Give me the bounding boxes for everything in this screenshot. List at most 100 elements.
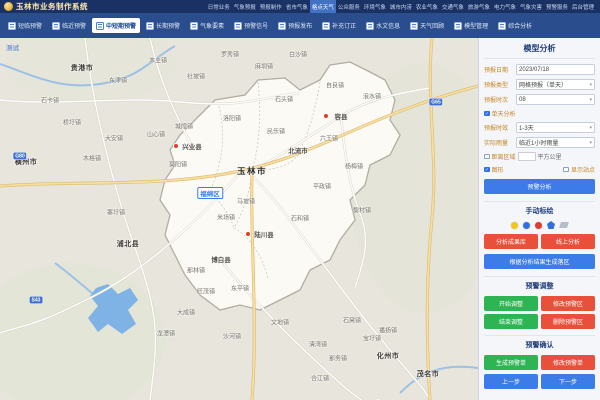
polygon-tool-icon[interactable] xyxy=(547,221,555,229)
actual-rain-label: 实际雨量 xyxy=(484,138,514,147)
toolbar-item[interactable]: 综合分析 xyxy=(494,18,536,33)
toolbar-item[interactable]: 临近预警 xyxy=(48,18,90,33)
online-analysis-button[interactable]: 线上分析 xyxy=(541,234,595,249)
document-icon xyxy=(234,22,242,30)
document-icon xyxy=(52,22,60,30)
toolbar-item[interactable]: 预警信号 xyxy=(230,18,272,33)
forecast-date-row: 预报日期 2023/07/18 xyxy=(484,64,595,75)
distance-row: 距离区域 平方公里 xyxy=(484,152,595,161)
toolbar-item[interactable]: 模型管理 xyxy=(450,18,492,33)
document-icon xyxy=(410,22,418,30)
nav-item[interactable]: 格点天气 xyxy=(310,0,336,13)
road-shield-icon: G80 xyxy=(13,153,26,160)
toolbar-item[interactable]: 补充订正 xyxy=(318,18,360,33)
document-icon xyxy=(498,22,506,30)
distance-checkbox[interactable] xyxy=(484,154,490,160)
map-canvas[interactable]: 测试 贵港市横州市浦北县茂名市化州市玉林市北流市兴业县容县福绵区陆川县博白县石卡… xyxy=(0,38,478,400)
warning-confirm-buttons: 生成预警单修改预警单 xyxy=(484,355,595,370)
forecast-type-select[interactable]: 网格预报（单天）▾ xyxy=(516,79,595,90)
main-nav: 日常业务气象预报预报制作省市气象格点天气公众服务环境气象城市内涝农业气象交通气象… xyxy=(206,0,596,13)
header-bar: 玉林市业务制作系统 日常业务气象预报预报制作省市气象格点天气公众服务环境气象城市… xyxy=(0,0,600,13)
nav-item[interactable]: 气象灾害 xyxy=(518,0,544,13)
warning-adjust-buttons: 开始调整修改预警区结束调整删除预警区 xyxy=(484,296,595,329)
graphic-checkbox[interactable] xyxy=(484,167,490,173)
distance-input[interactable] xyxy=(518,152,536,161)
warning-adjust-button[interactable]: 修改预警区 xyxy=(541,296,595,311)
generate-area-button[interactable]: 根据分析结果生成落区 xyxy=(484,254,595,269)
toolbar-item[interactable]: 水文信息 xyxy=(362,18,404,33)
nav-item[interactable]: 后台管理 xyxy=(570,0,596,13)
analysis-library-button[interactable]: 分析成果库 xyxy=(484,234,538,249)
toolbar-item[interactable]: 中短期预警 xyxy=(92,18,140,33)
document-icon xyxy=(454,22,462,30)
single-day-row: 单天分析 xyxy=(484,109,595,118)
panel-title: 模型分析 xyxy=(484,41,595,59)
warning-adjust-button[interactable]: 结束调整 xyxy=(484,314,538,329)
map-breadcrumb: 测试 xyxy=(6,42,19,52)
actual-rain-row: 实际雨量 临近1小时雨量▾ xyxy=(484,137,595,148)
document-icon xyxy=(190,22,198,30)
red-draw-tool[interactable] xyxy=(535,222,542,229)
prev-step-button[interactable]: 上一步 xyxy=(484,374,538,389)
document-icon xyxy=(278,22,286,30)
forecast-type-row: 预报类型 网格预报（单天）▾ xyxy=(484,79,595,90)
toolbar-item[interactable]: 气象要素 xyxy=(186,18,228,33)
chevron-down-icon: ▾ xyxy=(589,82,592,88)
map-graphics xyxy=(0,38,478,400)
document-icon xyxy=(366,22,374,30)
forecast-time-select[interactable]: 08▾ xyxy=(516,94,595,105)
single-day-label: 单天分析 xyxy=(492,109,516,118)
warning-marker-icon xyxy=(246,232,250,236)
toolbar-item[interactable]: 短临预警 xyxy=(4,18,46,33)
road-shield-icon: S43 xyxy=(30,297,43,304)
nav-item[interactable]: 交通气象 xyxy=(440,0,466,13)
warning-adjust-button[interactable]: 删除预警区 xyxy=(541,314,595,329)
toolbar-item[interactable]: 天气回顾 xyxy=(406,18,448,33)
single-day-checkbox[interactable] xyxy=(484,111,490,117)
document-icon xyxy=(322,22,330,30)
distance-unit-label: 平方公里 xyxy=(538,152,562,161)
forecast-time-row: 预报时次 08▾ xyxy=(484,94,595,105)
forecast-time-label: 预报时次 xyxy=(484,95,514,104)
toolbar-item[interactable]: 预报发布 xyxy=(274,18,316,33)
eraser-tool-icon[interactable] xyxy=(559,222,569,228)
validity-row: 预报时效 1-3天▾ xyxy=(484,122,595,133)
nav-item[interactable]: 省市气象 xyxy=(284,0,310,13)
warning-marker-icon xyxy=(174,144,178,148)
manual-plot-title: 手动标绘 xyxy=(484,206,595,216)
show-station-checkbox[interactable] xyxy=(563,167,569,173)
blue-draw-tool[interactable] xyxy=(523,222,530,229)
nav-item[interactable]: 公众服务 xyxy=(336,0,362,13)
app-logo-icon xyxy=(4,2,13,11)
app-window: 玉林市业务制作系统 日常业务气象预报预报制作省市气象格点天气公众服务环境气象城市… xyxy=(0,0,600,400)
nav-item[interactable]: 旅游气象 xyxy=(466,0,492,13)
app-title: 玉林市业务制作系统 xyxy=(16,1,88,12)
toolbar: 短临预警 临近预警 中短期预警 长期预警 气象要素 预警信号 预报发布 xyxy=(0,13,600,38)
warning-confirm-button[interactable]: 修改预警单 xyxy=(541,355,595,370)
nav-item[interactable]: 城市内涝 xyxy=(388,0,414,13)
chevron-down-icon: ▾ xyxy=(589,140,592,146)
yellow-draw-tool[interactable] xyxy=(511,222,518,229)
road-shield-icon: G65 xyxy=(429,99,442,106)
nav-item[interactable]: 预报制作 xyxy=(258,0,284,13)
actual-rain-select[interactable]: 临近1小时雨量▾ xyxy=(516,137,595,148)
nav-item[interactable]: 农业气象 xyxy=(414,0,440,13)
nav-item[interactable]: 电力气象 xyxy=(492,0,518,13)
nav-item[interactable]: 环境气象 xyxy=(362,0,388,13)
validity-select[interactable]: 1-3天▾ xyxy=(516,122,595,133)
warning-adjust-button[interactable]: 开始调整 xyxy=(484,296,538,311)
warning-analysis-button[interactable]: 预警分析 xyxy=(484,179,595,194)
nav-item[interactable]: 气象预报 xyxy=(232,0,258,13)
forecast-date-input[interactable]: 2023/07/18 xyxy=(516,64,595,75)
display-options-row: 图形 显示站点 xyxy=(484,165,595,174)
nav-item[interactable]: 日常业务 xyxy=(206,0,232,13)
next-step-button[interactable]: 下一步 xyxy=(541,374,595,389)
draw-tools xyxy=(484,221,595,229)
nav-item[interactable]: 预警服务 xyxy=(544,0,570,13)
toolbar-item[interactable]: 长期预警 xyxy=(142,18,184,33)
warning-confirm-button[interactable]: 生成预警单 xyxy=(484,355,538,370)
model-analysis-panel: 模型分析 预报日期 2023/07/18 预报类型 网格预报（单天）▾ 预报时次… xyxy=(478,38,600,400)
show-station-label: 显示站点 xyxy=(571,165,595,174)
validity-label: 预报时效 xyxy=(484,123,514,132)
document-icon xyxy=(8,22,16,30)
